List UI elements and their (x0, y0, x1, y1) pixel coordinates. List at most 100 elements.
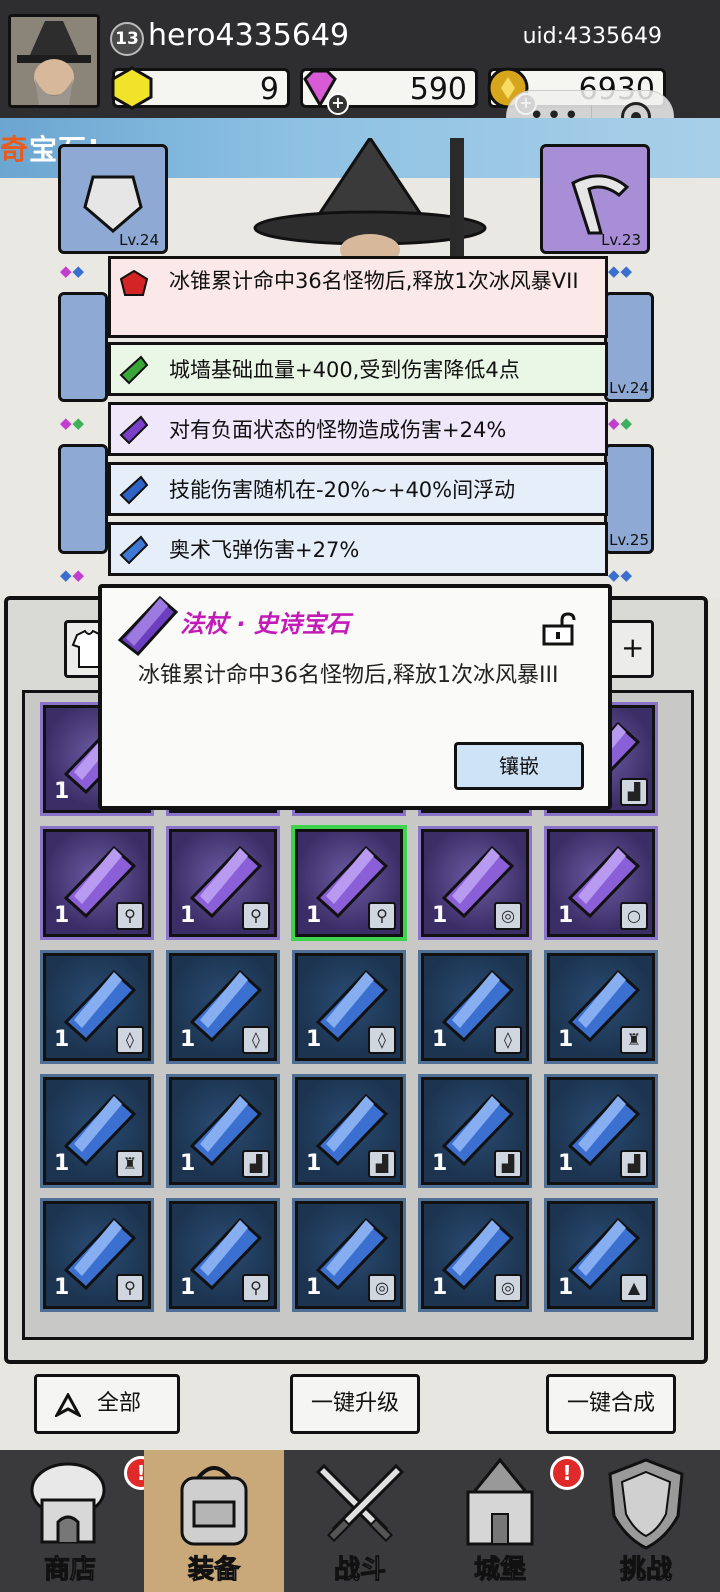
equip-slot-left-3[interactable] (58, 444, 108, 554)
gem-slot[interactable]: 1⚲ (43, 1201, 151, 1309)
red-gem-icon (119, 269, 149, 296)
boot-icon: ▟ (620, 778, 648, 806)
ring-icon: ◎ (494, 1274, 522, 1302)
gem-slot[interactable]: 1 ◊ (169, 953, 277, 1061)
equip-level: Lv.24 (609, 379, 649, 397)
equip-level: Lv.23 (601, 231, 641, 249)
blue-gem-icon (119, 535, 149, 565)
blue-gem-icon (119, 475, 149, 505)
stat-text: 城墙基础血量+400,受到伤害降低4点 (169, 358, 520, 382)
nav-label: 挑战 (619, 1555, 672, 1586)
filter-all-label: 全部 (97, 1391, 142, 1416)
staff-icon: ⚲ (116, 1274, 144, 1302)
gem-slot[interactable]: 1 ◊ (421, 953, 529, 1061)
equip-slot-helmet[interactable]: Lv.24 (58, 144, 168, 254)
shield-icon: ◊ (368, 1026, 396, 1054)
gem-count: 1 (180, 1275, 196, 1300)
equip-level: Lv.24 (119, 231, 159, 249)
filter-all-button[interactable]: 全部 (34, 1374, 180, 1434)
socket-dots: ◆◆ (60, 414, 86, 432)
equip-level: Lv.25 (609, 531, 649, 549)
shield-icon: ◊ (242, 1026, 270, 1054)
gem-stat-row[interactable]: 奥术飞弹伤害+27% (108, 522, 608, 576)
gem-slot[interactable]: 1▟ (547, 1077, 655, 1185)
equip-slot-right-3[interactable]: Lv.25 (604, 444, 654, 554)
socket-dots: ◆◆ (60, 262, 86, 280)
player-name: hero4335649 (148, 18, 350, 53)
gem-slot[interactable]: 1▟ (169, 1077, 277, 1185)
nav-shop[interactable]: 商店 (0, 1450, 140, 1592)
gem-count: 1 (558, 1151, 574, 1176)
inlay-button[interactable]: 镶嵌 (454, 742, 584, 790)
gem-slot[interactable]: 1 ◎ (295, 1201, 403, 1309)
crossed-swords-icon (315, 1463, 405, 1543)
gem-stat-row[interactable]: 技能伤害随机在-20%~+40%间浮动 (108, 462, 608, 516)
gem-slot[interactable]: 1 ○ (547, 829, 655, 937)
socket-dots: ◆◆ (608, 262, 634, 280)
plus-icon: + (621, 631, 645, 664)
gem-count: 1 (306, 1275, 322, 1300)
add-diamond-icon[interactable]: + (327, 93, 349, 115)
nav-equipment[interactable]: 装备 (144, 1450, 284, 1592)
gem-count: 1 (180, 1151, 196, 1176)
backpack-icon (180, 1466, 248, 1546)
boot-icon: ▟ (368, 1150, 396, 1178)
gem-count: 1 (54, 1151, 70, 1176)
gem-slot[interactable]: 1 ◎ (421, 829, 529, 937)
gem-count: 1 (54, 903, 70, 928)
boot-icon: ▟ (242, 1150, 270, 1178)
gem-stat-row[interactable]: 对有负面状态的怪物造成伤害+24% (108, 402, 608, 456)
yellow-gem-icon (111, 66, 153, 110)
player-avatar[interactable] (8, 14, 100, 108)
gem-detail-popup: 法杖 · 史诗宝石 冰锥累计命中36名怪物后,释放1次冰风暴III 镶嵌 (98, 584, 612, 810)
gem-stat-row[interactable]: 冰锥累计命中36名怪物后,释放1次冰风暴VII (108, 256, 608, 338)
equip-slot-right-2[interactable]: Lv.24 (604, 292, 654, 402)
equip-slot-left-2[interactable] (58, 292, 108, 402)
merge-all-button[interactable]: 一键合成 (546, 1374, 676, 1434)
nav-battle[interactable]: 战斗 (290, 1450, 430, 1592)
castle-icon (466, 1457, 534, 1546)
gem-slot[interactable]: 1⚲ (169, 829, 277, 937)
upgrade-all-button[interactable]: 一键升级 (290, 1374, 420, 1434)
gem-count: 1 (558, 1027, 574, 1052)
gem-slot[interactable]: 1 ♜ (43, 1077, 151, 1185)
popup-title: 法杖 · 史诗宝石 (180, 610, 350, 638)
shield-icon: ◊ (494, 1026, 522, 1054)
gem-count: 1 (180, 1027, 196, 1052)
staff-icon: ⚲ (368, 902, 396, 930)
gem-slot[interactable]: 1⚲ (169, 1201, 277, 1309)
diamond-value: 590 (409, 72, 467, 107)
armor-icon: ♜ (116, 1150, 144, 1178)
gem-stat-row[interactable]: 城墙基础血量+400,受到伤害降低4点 (108, 342, 608, 396)
bottom-navigation: 商店 ! 装备 战斗 城堡 ! 挑战 (0, 1450, 720, 1592)
stat-text: 技能伤害随机在-20%~+40%间浮动 (169, 478, 516, 502)
nav-challenge[interactable]: 挑战 (576, 1450, 716, 1592)
gem-slot[interactable]: 1⚲ (43, 829, 151, 937)
shop-icon (30, 1462, 106, 1544)
gem-slot[interactable]: 1▟ (421, 1077, 529, 1185)
gem-slot[interactable]: 1 ◊ (43, 953, 151, 1061)
popup-description: 冰锥累计命中36名怪物后,释放1次冰风暴III (138, 663, 559, 688)
stat-text: 奥术飞弹伤害+27% (169, 538, 360, 562)
gem-slot[interactable]: 1▟ (295, 1077, 403, 1185)
gem-slot[interactable]: 1 ▲ (547, 1201, 655, 1309)
gem-count: 1 (558, 903, 574, 928)
gem-slot[interactable]: 1 ◊ (295, 953, 403, 1061)
gem-slot[interactable]: 1⚲ (295, 829, 403, 937)
socket-dots: ◆◆ (608, 566, 634, 584)
nav-label: 战斗 (333, 1555, 386, 1586)
unlock-icon[interactable] (540, 612, 576, 646)
player-uid: uid:4335649 (522, 24, 662, 49)
staff-icon: ⚲ (242, 902, 270, 930)
nav-label: 装备 (187, 1555, 240, 1586)
ring-icon: ◎ (494, 902, 522, 930)
gem-count: 1 (432, 1027, 448, 1052)
player-level-badge: 13 (110, 22, 144, 56)
socket-dots: ◆◆ (60, 566, 86, 584)
equip-slot-weapon[interactable]: Lv.23 (540, 144, 650, 254)
nav-castle[interactable]: 城堡 (430, 1450, 570, 1592)
gem-slot[interactable]: 1 ♜ (547, 953, 655, 1061)
stat-text: 冰锥累计命中36名怪物后,释放1次冰风暴VII (169, 269, 579, 293)
green-gem-icon (119, 355, 149, 385)
gem-slot[interactable]: 1 ◎ (421, 1201, 529, 1309)
